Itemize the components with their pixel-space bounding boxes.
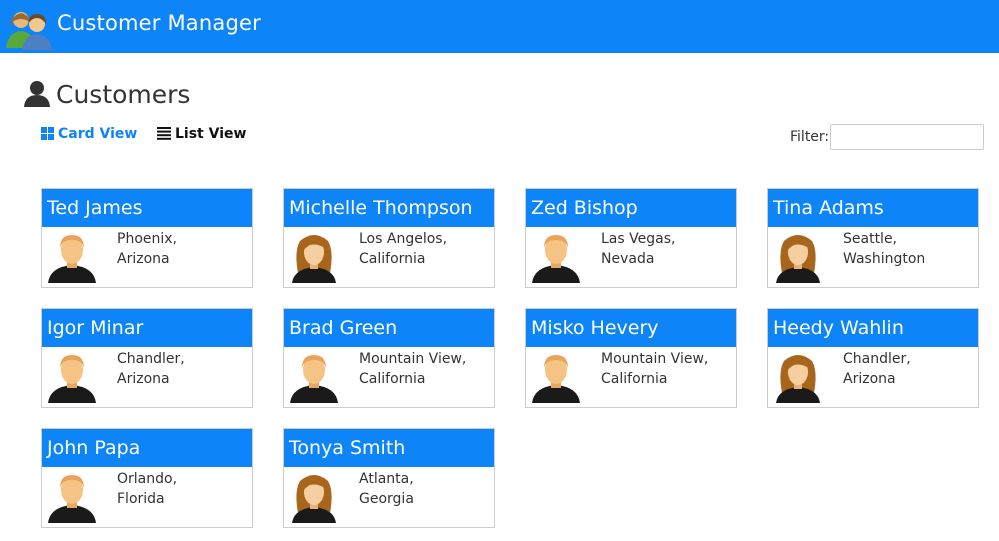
customer-state: Arizona xyxy=(117,251,170,267)
customer-name[interactable]: Zed Bishop xyxy=(526,189,736,227)
card-view-label: Card View xyxy=(58,126,138,142)
customer-state: Arizona xyxy=(117,371,170,387)
customer-card[interactable]: John Papa Orlando, Florida xyxy=(41,428,253,528)
customer-city: Orlando, xyxy=(117,471,178,487)
female-avatar-icon xyxy=(772,351,824,403)
customer-state: Nevada xyxy=(601,251,655,267)
list-view-button[interactable]: List View xyxy=(157,126,246,142)
customer-state: Arizona xyxy=(843,371,896,387)
customer-name[interactable]: Brad Green xyxy=(284,309,494,347)
filter-input[interactable] xyxy=(830,124,984,150)
male-avatar-icon xyxy=(530,351,582,403)
customer-city: Chandler, xyxy=(843,351,911,367)
customer-city: Seattle, xyxy=(843,231,898,247)
customer-name[interactable]: Heedy Wahlin xyxy=(768,309,978,347)
customer-name[interactable]: Misko Hevery xyxy=(526,309,736,347)
male-avatar-icon xyxy=(288,351,340,403)
customer-city: Atlanta, xyxy=(359,471,414,487)
customer-card[interactable]: Igor Minar Chandler, Arizona xyxy=(41,308,253,408)
customer-city: Las Vegas, xyxy=(601,231,676,247)
app-title[interactable]: Customer Manager xyxy=(57,11,261,35)
customer-card[interactable]: Misko Hevery Mountain View, California xyxy=(525,308,737,408)
navbar: Customer Manager xyxy=(0,0,999,53)
card-view-button[interactable]: Card View xyxy=(41,126,137,142)
customer-city: Mountain View, xyxy=(359,351,467,367)
customer-card[interactable]: Ted James Phoenix, Arizona xyxy=(41,188,253,288)
customer-state: Georgia xyxy=(359,491,414,507)
list-view-label: List View xyxy=(175,126,247,142)
customer-name[interactable]: Ted James xyxy=(42,189,252,227)
customer-card[interactable]: Heedy Wahlin Chandler, Arizona xyxy=(767,308,979,408)
female-avatar-icon xyxy=(288,231,340,283)
customer-card[interactable]: Michelle Thompson Los Angelos, California xyxy=(283,188,495,288)
filter-label: Filter: xyxy=(790,129,830,145)
male-avatar-icon xyxy=(530,231,582,283)
customer-name[interactable]: Tina Adams xyxy=(768,189,978,227)
customer-card[interactable]: Tina Adams Seattle, Washington xyxy=(767,188,979,288)
customer-card[interactable]: Zed Bishop Las Vegas, Nevada xyxy=(525,188,737,288)
grid-icon xyxy=(41,127,54,140)
customer-card[interactable]: Tonya Smith Atlanta, Georgia xyxy=(283,428,495,528)
customer-city: Los Angelos, xyxy=(359,231,448,247)
list-icon xyxy=(157,127,171,140)
customer-state: California xyxy=(359,371,426,387)
page-title: Customers xyxy=(56,80,191,109)
customer-name[interactable]: John Papa xyxy=(42,429,252,467)
male-avatar-icon xyxy=(46,351,98,403)
customer-name[interactable]: Igor Minar xyxy=(42,309,252,347)
customer-state: Washington xyxy=(843,251,926,267)
customer-card[interactable]: Brad Green Mountain View, California xyxy=(283,308,495,408)
female-avatar-icon xyxy=(772,231,824,283)
people-logo-icon xyxy=(6,12,52,50)
customer-name[interactable]: Michelle Thompson xyxy=(284,189,494,227)
male-avatar-icon xyxy=(46,231,98,283)
customer-city: Phoenix, xyxy=(117,231,177,247)
customer-city: Mountain View, xyxy=(601,351,709,367)
customer-name[interactable]: Tonya Smith xyxy=(284,429,494,467)
user-icon xyxy=(24,81,50,107)
female-avatar-icon xyxy=(288,471,340,523)
male-avatar-icon xyxy=(46,471,98,523)
customer-state: California xyxy=(359,251,426,267)
customer-city: Chandler, xyxy=(117,351,185,367)
customer-state: Florida xyxy=(117,491,165,507)
customer-state: California xyxy=(601,371,668,387)
